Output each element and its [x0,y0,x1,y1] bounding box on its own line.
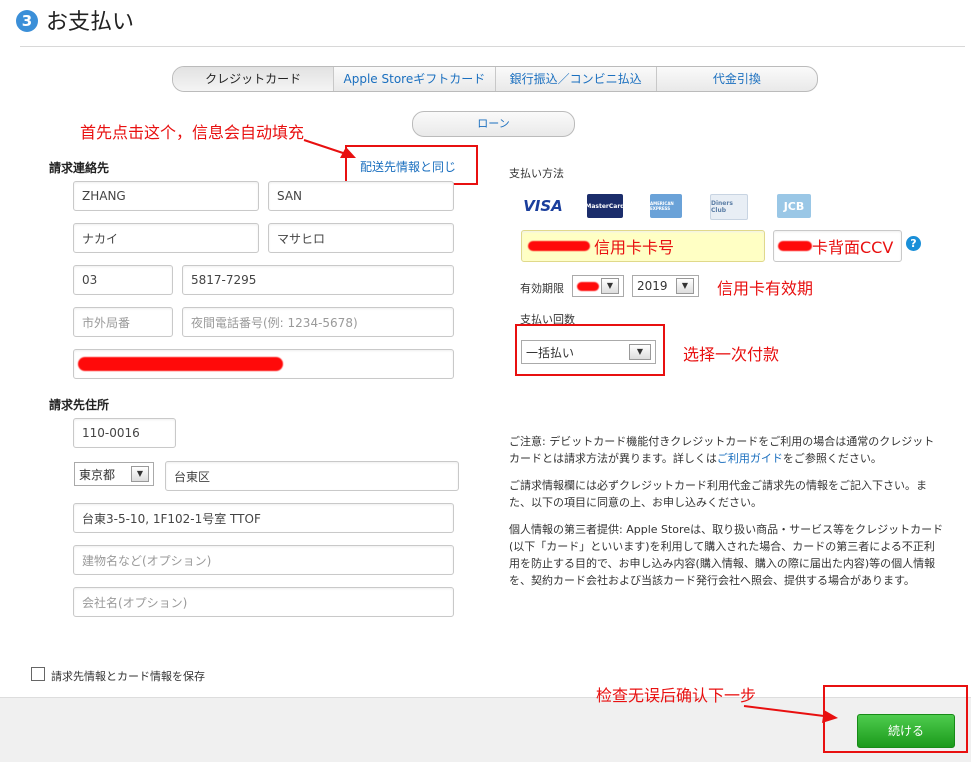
last-name-field[interactable]: ZHANG [73,181,259,211]
expiry-label: 有効期限 [520,282,564,295]
postal-code-field[interactable]: 110-0016 [73,418,176,448]
visa-icon: VISA [523,197,563,215]
phone-field[interactable]: 5817-7295 [182,265,454,295]
redacted-scribble [577,281,599,291]
installment-select[interactable]: 一括払い ▼ [521,340,656,364]
billing-address-label: 請求先住所 [49,398,110,412]
amex-icon: AMERICAN EXPRESS [650,194,682,218]
tab-credit-card[interactable]: クレジットカード [173,67,334,91]
jcb-label: JCB [783,199,805,213]
continue-button[interactable]: 続ける [857,714,955,748]
tab-bank-transfer[interactable]: 銀行振込／コンビニ払込 [494,67,656,91]
tab-cash-on-delivery[interactable]: 代金引換 [655,67,817,91]
mastercard-label: MasterCard [585,202,625,210]
expiry-year-value: 2019 [637,279,668,293]
email-field[interactable] [73,349,454,379]
expiry-month-select[interactable]: ▼ [572,275,624,297]
same-as-shipping-link[interactable]: 配送先情報と同じ [360,158,456,175]
payment-notes: ご注意: デビットカード機能付きクレジットカードをご利用の場合は通常のクレジット… [509,433,945,599]
first-name-field[interactable]: SAN [268,181,454,211]
billing-contact-label: 請求連絡先 [49,161,110,175]
note-privacy: 個人情報の第三者提供: Apple Storeは、取り扱い商品・サービス等をクレ… [509,523,944,587]
city-field[interactable]: 台東区 [165,461,459,491]
prefecture-value: 東京都 [79,467,116,482]
note-debit: ご注意: デビットカード機能付きクレジットカードをご利用の場合は通常のクレジット… [509,433,945,467]
header-divider [20,46,965,47]
page-title: お支払い [46,10,135,35]
annotation-expiry: 信用卡有效期 [717,279,814,298]
installment-value: 一括払い [526,345,575,360]
annotation-card-number: 信用卡卡号 [594,238,675,257]
chevron-down-icon: ▼ [131,466,149,482]
ccv-field[interactable]: 卡背面CCV [773,230,902,262]
annotation-confirm: 检查无误后确认下一步 [596,686,757,705]
card-number-field[interactable]: 信用卡卡号 [521,230,765,262]
diners-label: Diners Club [711,200,733,214]
area-code-field[interactable]: 03 [73,265,173,295]
company-field[interactable]: 会社名(オプション) [73,587,454,617]
chevron-down-icon: ▼ [629,344,651,360]
jcb-icon: JCB [777,194,811,218]
last-name-kana-field[interactable]: ナカイ [73,223,259,253]
mastercard-icon: MasterCard [585,194,625,218]
amex-label: AMERICAN EXPRESS [650,201,674,211]
usage-guide-link[interactable]: ご利用ガイド [717,452,783,465]
prefecture-select[interactable]: 東京都 ▼ [74,462,154,486]
expiry-year-select[interactable]: 2019 ▼ [632,275,699,297]
night-phone-field[interactable]: 夜間電話番号(例: 1234-5678) [182,307,454,337]
save-info-label: 請求先情報とカード情報を保存 [51,670,205,683]
note-billing-info: ご請求情報欄には必ずクレジットカード利用代金ご請求先の情報をご記入下さい。また、… [509,479,927,509]
annotation-installment: 选择一次付款 [683,345,780,364]
chevron-down-icon: ▼ [676,278,694,294]
night-area-code-field[interactable]: 市外局番 [73,307,173,337]
annotation-ccv: 卡背面CCV [812,238,894,257]
tab-gift-card[interactable]: Apple Storeギフトカード [333,67,494,91]
street-field[interactable]: 台東3-5-10, 1F102-1号室 TTOF [73,503,454,533]
redacted-scribble [778,241,812,251]
diners-icon: Diners Club [710,194,748,220]
annotation-autofill: 首先点击这个，信息会自动填充 [80,123,305,142]
first-name-kana-field[interactable]: マサヒロ [268,223,454,253]
redacted-scribble [528,241,590,251]
step-number-badge: 3 [16,10,38,32]
note-debit-text-end: をご参照ください。 [782,452,882,465]
loan-button[interactable]: ローン [412,111,575,137]
payment-method-label: 支払い方法 [509,167,564,180]
chevron-down-icon: ▼ [601,278,619,294]
payment-type-tabs: クレジットカード Apple Storeギフトカード 銀行振込／コンビニ払込 代… [172,66,818,92]
help-icon[interactable]: ? [906,236,921,251]
building-field[interactable]: 建物名など(オプション) [73,545,454,575]
save-info-checkbox[interactable] [31,667,45,681]
redacted-scribble [78,357,283,371]
